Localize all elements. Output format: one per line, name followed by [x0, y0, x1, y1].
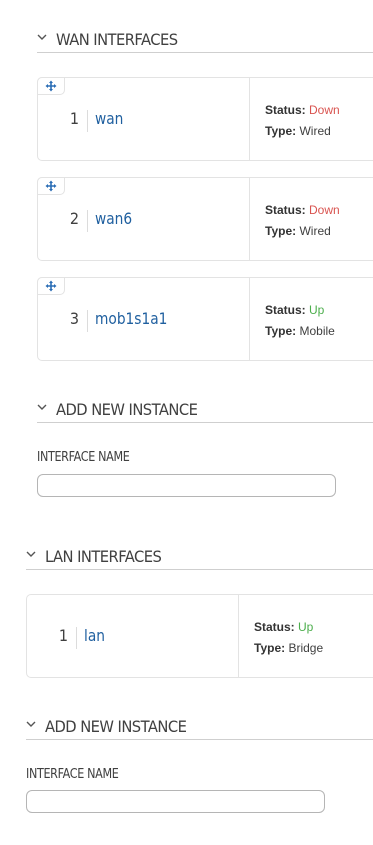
- status-line: Status: Up: [265, 303, 324, 317]
- type-line: Type: Wired: [265, 124, 331, 138]
- interface-index: 3: [69, 309, 79, 328]
- lan-interfaces-title: LAN INTERFACES: [45, 546, 162, 566]
- status-value: Up: [298, 620, 314, 634]
- interface-index: 1: [58, 626, 68, 645]
- type-value: Wired: [299, 224, 331, 238]
- divider: [249, 78, 250, 161]
- chevron-down-icon[interactable]: [26, 549, 36, 559]
- interface-index: 1: [69, 109, 79, 128]
- move-arrows-icon: [45, 180, 57, 192]
- interface-index: 2: [69, 209, 79, 228]
- divider: [249, 278, 250, 361]
- lan-add-instance-header[interactable]: ADD NEW INSTANCE: [26, 713, 373, 740]
- status-value: Up: [309, 303, 325, 317]
- status-label: Status:: [265, 103, 306, 117]
- interface-name-link[interactable]: mob1s1a1: [95, 309, 167, 328]
- divider: [76, 627, 77, 649]
- status-value: Down: [309, 103, 340, 117]
- drag-handle[interactable]: [37, 177, 65, 195]
- type-value: Mobile: [299, 324, 335, 338]
- status-value: Down: [309, 203, 340, 217]
- wan-add-instance-header[interactable]: ADD NEW INSTANCE: [37, 396, 373, 423]
- interface-name-link[interactable]: wan6: [95, 209, 132, 228]
- divider: [87, 210, 88, 232]
- interface-card-wan: 1 wan Status: Down Type: Wired: [37, 77, 373, 161]
- divider: [87, 310, 88, 332]
- move-arrows-icon: [45, 80, 57, 92]
- drag-handle[interactable]: [37, 77, 65, 95]
- lan-interface-name-label: INTERFACE NAME: [26, 767, 119, 782]
- lan-add-instance-title: ADD NEW INSTANCE: [45, 716, 187, 736]
- divider: [249, 178, 250, 261]
- type-label: Type:: [265, 224, 297, 238]
- divider: [87, 110, 88, 132]
- type-label: Type:: [265, 324, 297, 338]
- lan-interface-name-input[interactable]: [26, 790, 325, 813]
- chevron-down-icon[interactable]: [37, 32, 47, 42]
- wan-interface-name-input[interactable]: [37, 474, 336, 497]
- type-label: Type:: [254, 641, 286, 655]
- interface-card-lan: 1 lan Status: Up Type: Bridge: [26, 594, 373, 678]
- lan-interfaces-header[interactable]: LAN INTERFACES: [26, 543, 373, 570]
- interface-card-wan6: 2 wan6 Status: Down Type: Wired: [37, 177, 373, 261]
- drag-handle[interactable]: [37, 277, 65, 295]
- type-line: Type: Wired: [265, 224, 331, 238]
- type-label: Type:: [265, 124, 297, 138]
- wan-interfaces-header[interactable]: WAN INTERFACES: [37, 26, 373, 53]
- status-label: Status:: [265, 203, 306, 217]
- wan-add-instance-title: ADD NEW INSTANCE: [56, 399, 198, 419]
- status-label: Status:: [254, 620, 295, 634]
- type-value: Wired: [299, 124, 331, 138]
- wan-interface-name-label: INTERFACE NAME: [37, 450, 130, 465]
- divider: [238, 595, 239, 678]
- chevron-down-icon[interactable]: [37, 402, 47, 412]
- type-line: Type: Bridge: [254, 641, 323, 655]
- chevron-down-icon[interactable]: [26, 719, 36, 729]
- status-line: Status: Down: [265, 203, 340, 217]
- type-line: Type: Mobile: [265, 324, 335, 338]
- type-value: Bridge: [288, 641, 324, 655]
- status-line: Status: Down: [265, 103, 340, 117]
- network-interfaces-page: WAN INTERFACES 1 wan Status: Down Type: …: [0, 0, 373, 845]
- interface-card-mob1s1a1: 3 mob1s1a1 Status: Up Type: Mobile: [37, 277, 373, 361]
- status-label: Status:: [265, 303, 306, 317]
- wan-interfaces-title: WAN INTERFACES: [56, 29, 178, 49]
- move-arrows-icon: [45, 280, 57, 292]
- interface-name-link[interactable]: wan: [95, 109, 123, 128]
- interface-name-link[interactable]: lan: [84, 626, 105, 645]
- status-line: Status: Up: [254, 620, 313, 634]
